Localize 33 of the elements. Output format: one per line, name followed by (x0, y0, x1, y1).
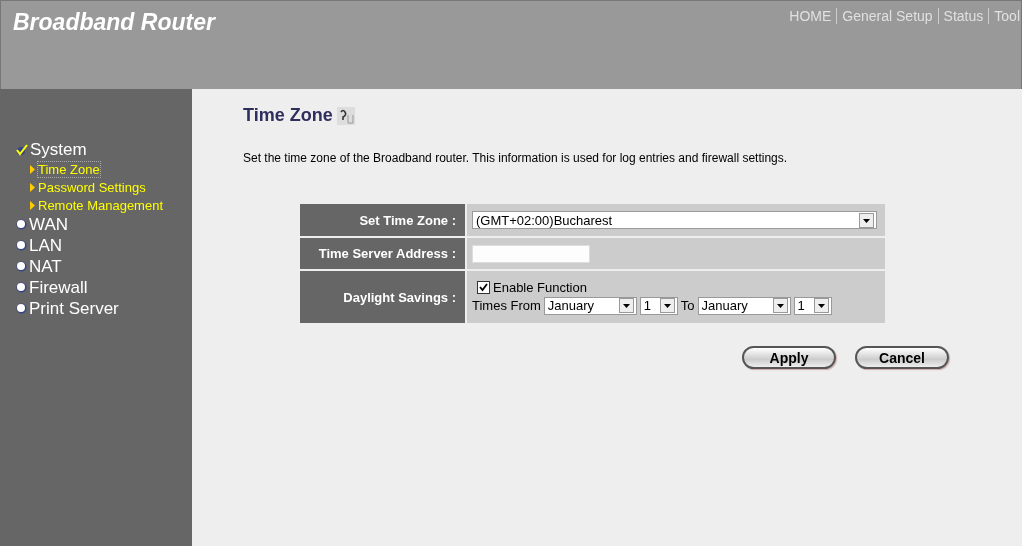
page-title: Time Zone (243, 105, 333, 126)
checkbox[interactable] (477, 280, 490, 294)
sidebar-item[interactable]: System (30, 139, 87, 160)
field-label: Set Time Zone : (359, 212, 456, 228)
sidebar-subitem[interactable]: Password Settings (37, 178, 147, 196)
description: Set the time zone of the Broadband router. This information is used for log entries and firewall settings. (243, 151, 789, 165)
checkbox-label: Enable Function (493, 279, 587, 295)
select-value: January (547, 298, 595, 313)
select-value: January (701, 298, 748, 313)
field-label: To (680, 298, 695, 313)
month-select[interactable]: January (543, 296, 637, 315)
sidebar-item[interactable]: LAN (29, 235, 63, 256)
sidebar-item[interactable]: WAN (29, 214, 69, 235)
day-select[interactable]: 1 (793, 296, 832, 315)
field-label: Daylight Savings : (343, 289, 456, 305)
day-select[interactable]: 1 (639, 296, 678, 315)
action-button[interactable]: Apply (742, 346, 836, 369)
select-value: 1 (643, 298, 652, 313)
input-field[interactable] (472, 244, 590, 263)
sidebar-item[interactable]: Firewall (29, 277, 88, 298)
field-label: Times From (472, 298, 541, 313)
month-select[interactable]: January (697, 296, 791, 315)
field-label: Time Server Address : (318, 246, 456, 261)
time-zone-select[interactable]: (GMT+02:00)Bucharest (472, 211, 877, 229)
select-value: (GMT+02:00)Bucharest (476, 212, 613, 228)
help-icon[interactable] (336, 106, 355, 125)
sidebar-item[interactable]: Print Server (29, 298, 119, 319)
action-button[interactable]: Cancel (855, 346, 949, 369)
sidebar-item[interactable]: NAT (29, 256, 62, 277)
sidebar-subitem[interactable]: Time Zone (37, 160, 101, 178)
sidebar-subitem[interactable]: Remote Management (37, 196, 164, 214)
app-title: Broadband Router (13, 9, 215, 37)
select-value: 1 (797, 298, 805, 313)
